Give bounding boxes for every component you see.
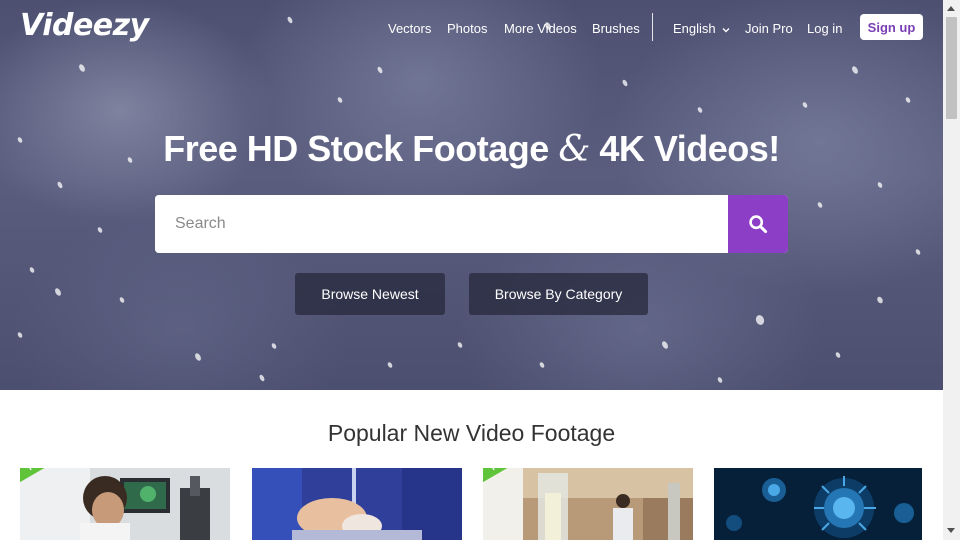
vertical-scrollbar[interactable]: [943, 0, 960, 540]
top-navigation: Videezy Vectors Photos More Videos Brush…: [0, 0, 943, 56]
nav-link-vectors[interactable]: Vectors: [388, 21, 431, 36]
video-thumbnail[interactable]: PRO: [483, 468, 693, 540]
browse-by-category-button[interactable]: Browse By Category: [469, 273, 648, 315]
scroll-up-icon[interactable]: [947, 6, 955, 11]
scroll-down-icon[interactable]: [947, 528, 955, 533]
video-thumbnail-image: [20, 468, 230, 540]
videezy-logo[interactable]: Videezy: [20, 8, 149, 43]
video-thumbnail[interactable]: PRO: [20, 468, 230, 540]
nav-link-join-pro[interactable]: Join Pro: [745, 21, 793, 36]
search-icon: [749, 215, 768, 234]
hero-title-end: 4K Videos!: [599, 128, 780, 169]
language-selector[interactable]: English: [673, 21, 730, 36]
language-label: English: [673, 21, 716, 36]
hero-banner: Videezy Vectors Photos More Videos Brush…: [0, 0, 943, 390]
nav-link-more-videos[interactable]: More Videos: [504, 21, 577, 36]
search-button[interactable]: [728, 195, 788, 253]
hero-title-ampersand: &: [558, 129, 590, 170]
nav-divider: [652, 13, 653, 41]
nav-link-brushes[interactable]: Brushes: [592, 21, 640, 36]
search-input[interactable]: [155, 195, 728, 253]
sign-up-button[interactable]: Sign up: [860, 14, 923, 40]
search-bar: [155, 195, 788, 253]
section-title: Popular New Video Footage: [327, 420, 616, 446]
hero-title: Free HD Stock Footage & 4K Videos!: [0, 128, 943, 170]
page: Videezy Vectors Photos More Videos Brush…: [0, 0, 943, 540]
video-thumbnail-image: [252, 468, 462, 540]
video-thumbnail[interactable]: [714, 468, 922, 540]
video-thumbnail-image: [483, 468, 693, 540]
nav-link-photos[interactable]: Photos: [447, 21, 487, 36]
scrollbar-thumb[interactable]: [946, 17, 957, 119]
chevron-down-icon: [722, 27, 730, 33]
video-thumbnail[interactable]: [252, 468, 462, 540]
browse-newest-button[interactable]: Browse Newest: [295, 273, 445, 315]
video-thumbnail-image: [714, 468, 922, 540]
hero-title-main: Free HD Stock Footage: [163, 128, 549, 169]
nav-link-log-in[interactable]: Log in: [807, 21, 842, 36]
